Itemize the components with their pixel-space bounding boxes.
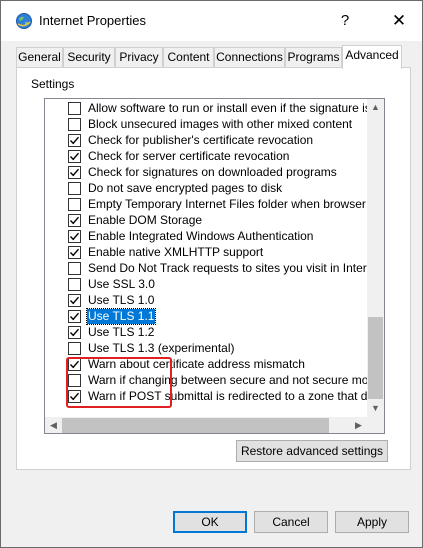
checkbox-checked[interactable]: [68, 150, 81, 163]
settings-group-label: Settings: [31, 77, 75, 91]
checkmark-icon: [69, 328, 80, 337]
settings-option-label: Use TLS 1.3 (experimental): [88, 341, 235, 355]
checkbox-checked[interactable]: [68, 166, 81, 179]
scroll-down-arrow-icon[interactable]: ▼: [367, 400, 384, 417]
checkmark-icon: [69, 152, 80, 161]
settings-option-label: Use TLS 1.1: [85, 308, 157, 325]
checkmark-icon: [69, 296, 80, 305]
settings-option-label: Send Do Not Track requests to sites you …: [88, 261, 367, 275]
checkbox-unchecked[interactable]: [68, 374, 81, 387]
checkbox-checked[interactable]: [68, 134, 81, 147]
settings-option-label: Enable DOM Storage: [88, 213, 203, 227]
ok-button[interactable]: OK: [173, 511, 247, 533]
checkbox-checked[interactable]: [68, 358, 81, 371]
settings-option[interactable]: Warn if changing between secure and not …: [45, 372, 367, 388]
settings-option-label: Use TLS 1.2: [88, 325, 155, 339]
vertical-scrollbar[interactable]: ▲ ▼: [367, 99, 384, 417]
settings-option[interactable]: Use TLS 1.2: [45, 324, 367, 340]
checkmark-icon: [69, 392, 80, 401]
checkbox-checked[interactable]: [68, 390, 81, 403]
tab-programs[interactable]: Programs: [285, 47, 342, 68]
horizontal-scroll-thumb[interactable]: [62, 418, 329, 433]
checkbox-checked[interactable]: [68, 326, 81, 339]
restore-advanced-settings-button[interactable]: Restore advanced settings: [236, 440, 388, 462]
checkbox-unchecked[interactable]: [68, 262, 81, 275]
checkbox-checked[interactable]: [68, 310, 81, 323]
settings-option[interactable]: Check for signatures on downloaded progr…: [45, 164, 367, 180]
checkmark-icon: [69, 168, 80, 177]
settings-option-label: Check for server certificate revocation: [88, 149, 290, 163]
tab-advanced[interactable]: Advanced: [342, 45, 402, 69]
settings-option[interactable]: Enable Integrated Windows Authentication: [45, 228, 367, 244]
vertical-scroll-thumb[interactable]: [368, 317, 383, 399]
settings-option-label: Enable native XMLHTTP support: [88, 245, 264, 259]
horizontal-scrollbar[interactable]: ◀ ▶: [45, 417, 367, 433]
checkbox-checked[interactable]: [68, 294, 81, 307]
title-bar: Internet Properties ? ✕: [1, 1, 422, 41]
checkmark-icon: [69, 312, 80, 321]
settings-option-label: Use SSL 3.0: [88, 277, 155, 291]
checkmark-icon: [69, 136, 80, 145]
settings-option[interactable]: Allow software to run or install even if…: [45, 100, 367, 116]
settings-option[interactable]: Warn if POST submittal is redirected to …: [45, 388, 367, 404]
checkbox-unchecked[interactable]: [68, 118, 81, 131]
settings-option-label: Check for signatures on downloaded progr…: [88, 165, 337, 179]
settings-option-label: Use TLS 1.0: [88, 293, 155, 307]
settings-option[interactable]: Warn about certificate address mismatch: [45, 356, 367, 372]
advanced-tab-panel: Settings Allow software to run or instal…: [16, 67, 411, 470]
internet-properties-dialog: Internet Properties ? ✕ General Security…: [0, 0, 423, 548]
settings-option-label: Warn if changing between secure and not …: [88, 373, 367, 387]
settings-option[interactable]: Check for server certificate revocation: [45, 148, 367, 164]
settings-option[interactable]: Use TLS 1.1: [45, 308, 367, 325]
checkmark-icon: [69, 248, 80, 257]
checkmark-icon: [69, 216, 80, 225]
window-title: Internet Properties: [39, 13, 146, 28]
checkbox-checked[interactable]: [68, 214, 81, 227]
internet-globe-icon: [15, 12, 33, 30]
checkbox-unchecked[interactable]: [68, 198, 81, 211]
settings-option-label: Warn about certificate address mismatch: [88, 357, 305, 371]
settings-option-label: Do not save encrypted pages to disk: [88, 181, 283, 195]
close-button[interactable]: ✕: [387, 9, 411, 33]
checkbox-unchecked[interactable]: [68, 102, 81, 115]
checkbox-checked[interactable]: [68, 230, 81, 243]
settings-option[interactable]: Empty Temporary Internet Files folder wh…: [45, 196, 367, 212]
scroll-up-arrow-icon[interactable]: ▲: [367, 99, 384, 116]
checkmark-icon: [69, 360, 80, 369]
settings-option[interactable]: Use SSL 3.0: [45, 276, 367, 292]
settings-list[interactable]: Allow software to run or install even if…: [44, 98, 385, 434]
checkbox-checked[interactable]: [68, 246, 81, 259]
settings-option-label: Check for publisher's certificate revoca…: [88, 133, 314, 147]
tab-privacy[interactable]: Privacy: [115, 47, 163, 68]
settings-option-label: Block unsecured images with other mixed …: [88, 117, 353, 131]
settings-option-label: Allow software to run or install even if…: [88, 101, 367, 115]
tab-general[interactable]: General: [16, 47, 63, 68]
settings-option[interactable]: Do not save encrypted pages to disk: [45, 180, 367, 196]
settings-list-items: Allow software to run or install even if…: [45, 99, 367, 417]
checkbox-unchecked[interactable]: [68, 342, 81, 355]
settings-option[interactable]: Enable DOM Storage: [45, 212, 367, 228]
settings-option[interactable]: Use TLS 1.3 (experimental): [45, 340, 367, 356]
settings-option[interactable]: Block unsecured images with other mixed …: [45, 116, 367, 132]
checkbox-unchecked[interactable]: [68, 278, 81, 291]
help-button[interactable]: ?: [333, 9, 357, 33]
settings-option[interactable]: Send Do Not Track requests to sites you …: [45, 260, 367, 276]
scroll-left-arrow-icon[interactable]: ◀: [45, 417, 62, 433]
tab-strip: General Security Privacy Content Connect…: [16, 45, 411, 69]
settings-option[interactable]: Enable native XMLHTTP support: [45, 244, 367, 260]
settings-option-label: Warn if POST submittal is redirected to …: [88, 389, 367, 403]
checkmark-icon: [69, 232, 80, 241]
scrollbar-corner: [367, 417, 384, 433]
settings-option[interactable]: Use TLS 1.0: [45, 292, 367, 308]
scroll-right-arrow-icon[interactable]: ▶: [350, 417, 367, 433]
settings-option-label: Empty Temporary Internet Files folder wh…: [88, 197, 367, 211]
tab-security[interactable]: Security: [63, 47, 115, 68]
tab-connections[interactable]: Connections: [214, 47, 285, 68]
apply-button[interactable]: Apply: [335, 511, 409, 533]
settings-option-label: Enable Integrated Windows Authentication: [88, 229, 314, 243]
cancel-button[interactable]: Cancel: [254, 511, 328, 533]
checkbox-unchecked[interactable]: [68, 182, 81, 195]
tab-content[interactable]: Content: [163, 47, 214, 68]
settings-option[interactable]: Check for publisher's certificate revoca…: [45, 132, 367, 148]
